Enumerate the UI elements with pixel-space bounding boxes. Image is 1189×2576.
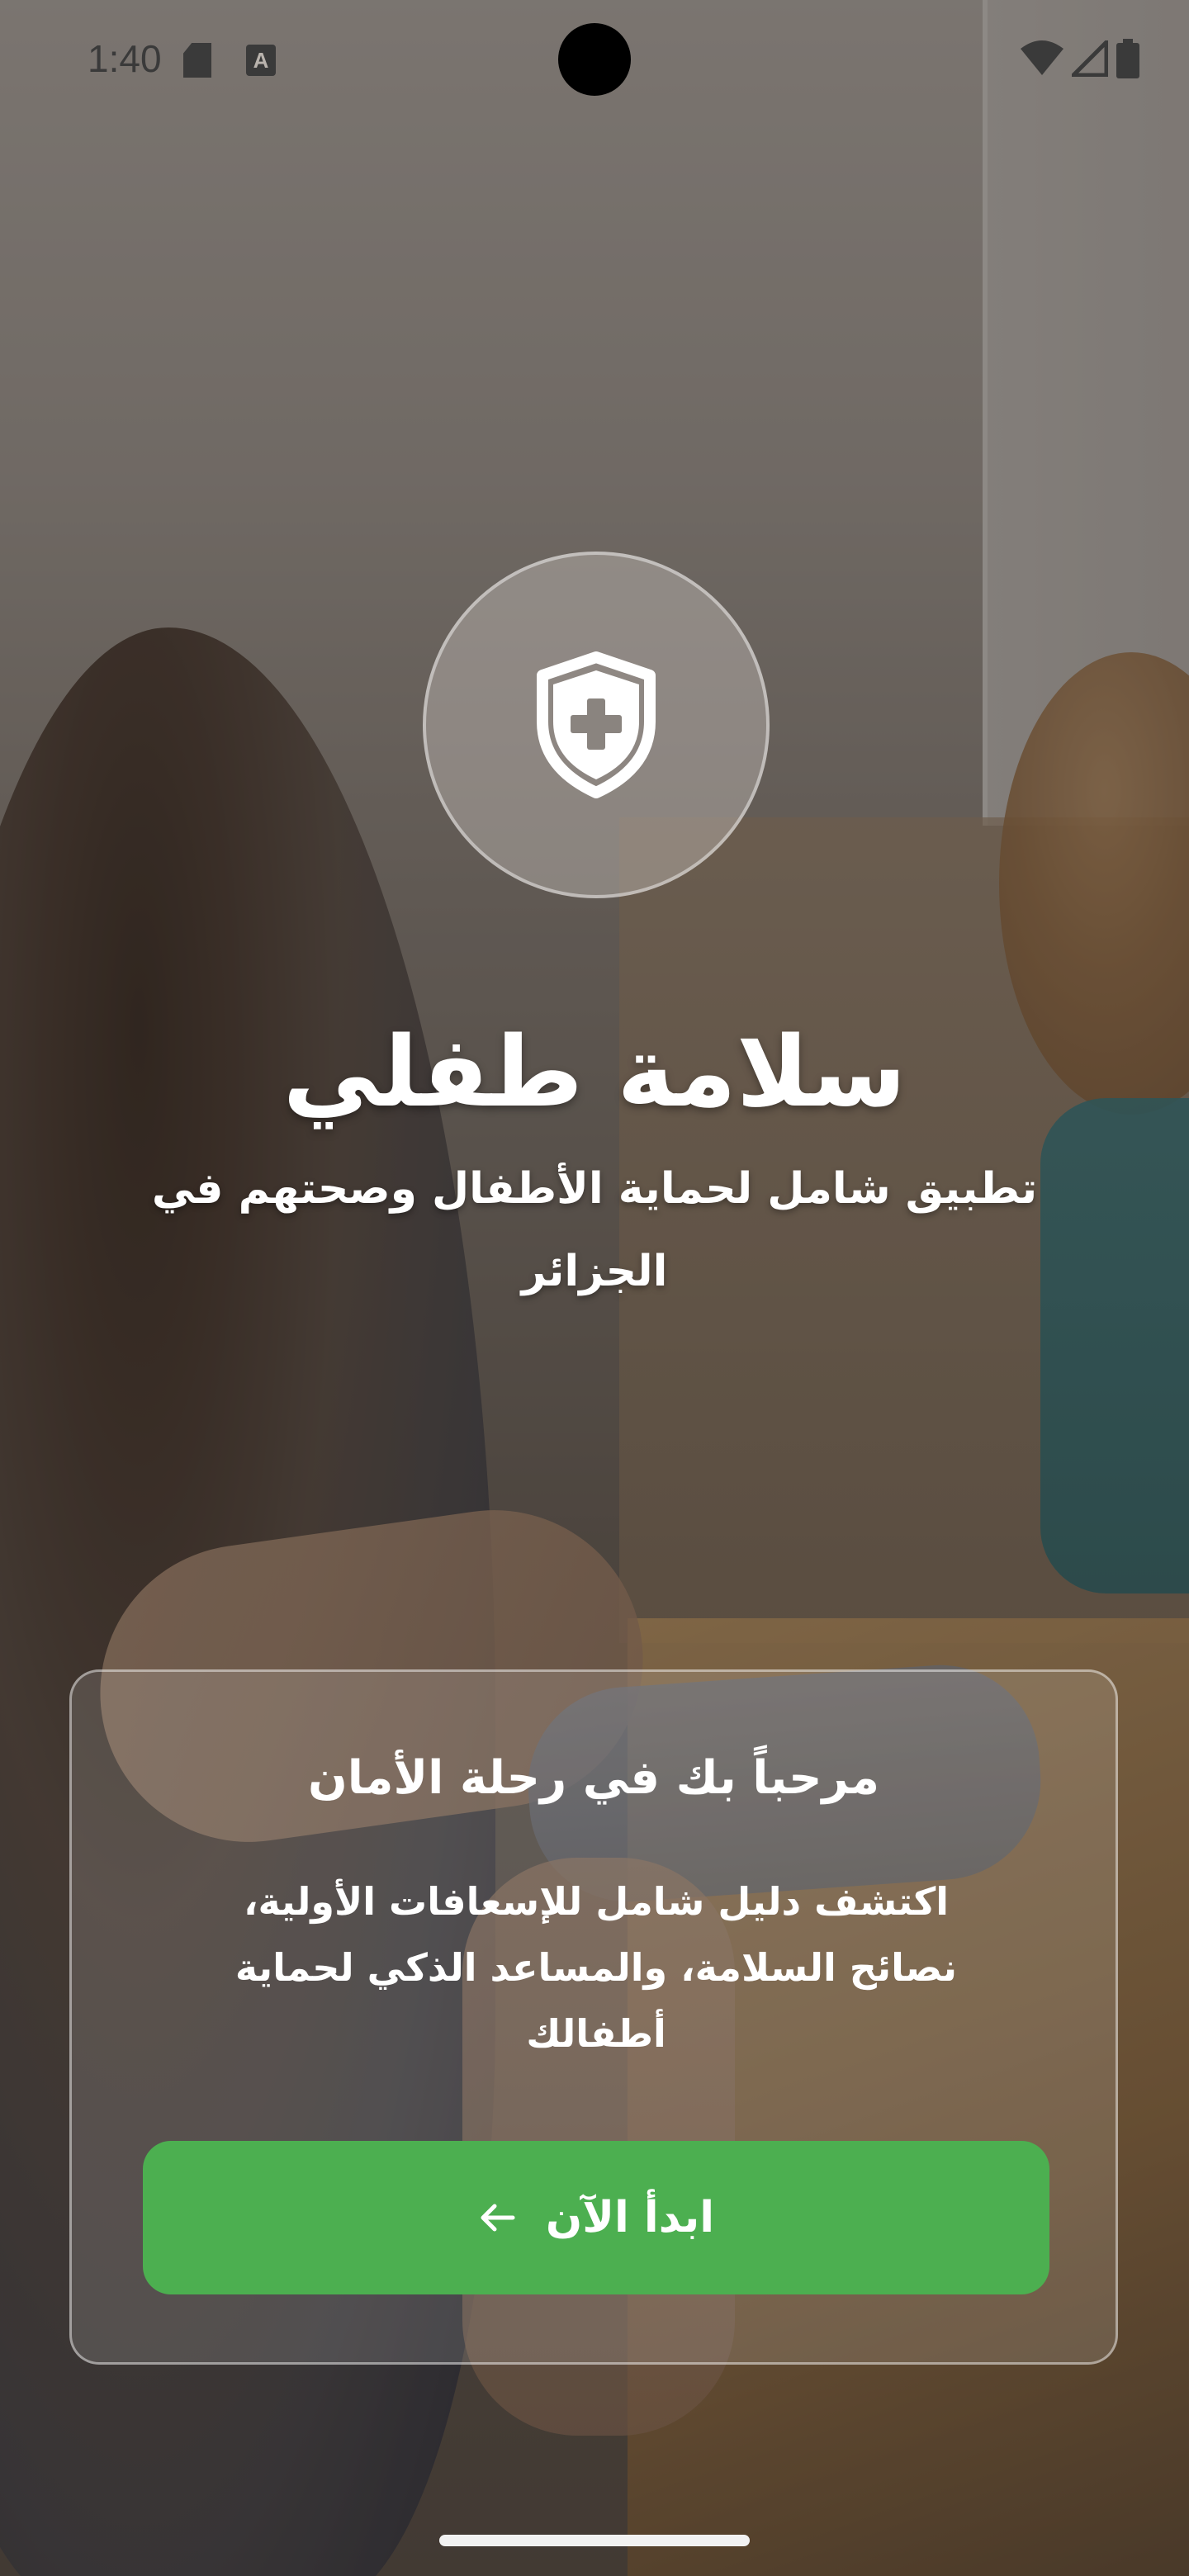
battery-icon — [1116, 39, 1139, 78]
cell-signal-icon — [1072, 40, 1108, 77]
app-subtitle: تطبيق شامل لحماية الأطفال وصحتهم في الجز… — [151, 1164, 1038, 1296]
welcome-title: مرحباً بك في رحلة الأمان — [307, 1751, 880, 1805]
app-logo — [423, 552, 770, 898]
shield-plus-icon — [537, 651, 656, 798]
status-time: 1:40 — [88, 37, 162, 80]
start-now-button[interactable]: ابدأ الآن — [143, 2141, 1049, 2294]
welcome-card: مرحباً بك في رحلة الأمان اكتشف دليل شامل… — [69, 1669, 1118, 2365]
keyboard-a-icon: A — [246, 45, 276, 76]
app-title: سلامة طفلي — [282, 1015, 907, 1129]
welcome-description: اكتشف دليل شامل للإسعافات الأولية، نصائح… — [234, 1879, 958, 2056]
status-bar: 1:40 A — [0, 0, 1189, 116]
sd-card-icon — [183, 43, 211, 78]
home-indicator[interactable] — [439, 2535, 750, 2546]
welcome-screen: 1:40 A سلامة طفلي تطبيق شامل لحماية الأط… — [0, 0, 1189, 2576]
arrow-left-icon — [481, 2204, 515, 2232]
status-icons — [1021, 38, 1139, 79]
wifi-icon — [1021, 40, 1063, 75]
start-now-label: ابدأ الآن — [545, 2193, 715, 2242]
camera-cutout — [558, 23, 631, 96]
